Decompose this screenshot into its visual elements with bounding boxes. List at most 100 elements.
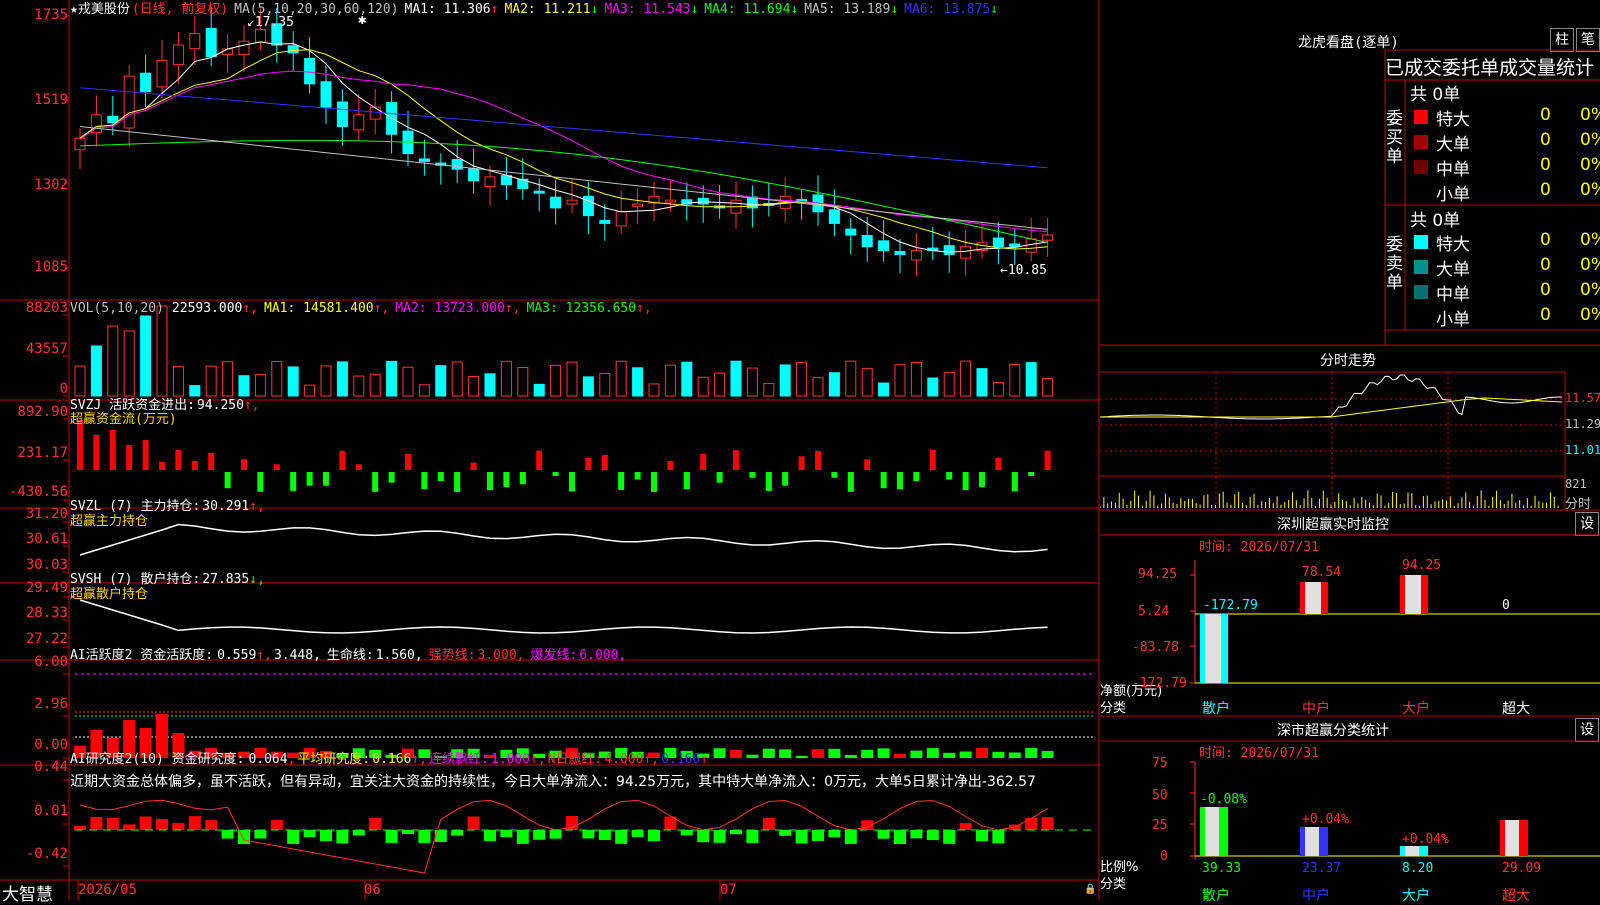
volume-bar	[1009, 364, 1021, 397]
lock-icon[interactable]: 🔒	[1084, 884, 1096, 895]
monitor-axis-label: 94.25	[1138, 567, 1178, 582]
fund-flow-bar	[962, 472, 969, 491]
volume-bar	[369, 373, 381, 397]
research-bar	[697, 830, 710, 843]
ma-value-5: MA5: 13.189↓	[804, 2, 899, 17]
activity-bar	[730, 750, 742, 758]
ma-values: MA1: 11.306↑ MA2: 11.211↓ MA3: 11.543↓ MA4:…	[405, 2, 1005, 17]
y-axis-tick-label: 0.01	[34, 803, 68, 819]
fund-flow-bar	[995, 457, 1002, 470]
fund-flow-bar	[241, 459, 247, 470]
activity-bar	[992, 751, 1005, 758]
research-bar	[74, 826, 86, 830]
fund-flow-bar	[224, 472, 231, 489]
research-bar	[730, 830, 742, 835]
activity-bar	[976, 748, 988, 758]
fund-flow-bar	[634, 472, 641, 480]
activity-bar	[1008, 752, 1021, 758]
activity-bar	[762, 748, 775, 758]
class-axis-label: 0	[1160, 849, 1168, 864]
vol-ma-value-3: MA3: 12356.650↑,	[526, 301, 652, 316]
research-bar	[877, 830, 890, 839]
candle-body	[894, 251, 906, 255]
candle-body	[500, 175, 512, 186]
volume-bar	[320, 365, 332, 397]
activity-bar	[926, 748, 939, 758]
research-bar	[713, 830, 726, 843]
monitor-value-label: 0	[1502, 598, 1510, 613]
research-bar	[270, 820, 283, 830]
candle-body	[107, 115, 119, 124]
y-axis-tick-label: 43557	[25, 341, 68, 357]
monitor-value-label: 94.25	[1402, 558, 1442, 573]
research-bar	[139, 816, 152, 830]
research-bar	[631, 830, 644, 837]
volume-bar	[566, 361, 578, 397]
candle-body	[599, 220, 611, 224]
fund-flow-bar	[421, 472, 428, 490]
ma-value-3: MA3: 11.543↓	[604, 2, 699, 17]
volume-bar	[287, 366, 299, 397]
research-bar	[418, 830, 431, 843]
fund-flow-bar	[815, 451, 821, 470]
research-bar	[90, 817, 103, 830]
volume-bar	[976, 368, 988, 397]
volume-bar	[812, 377, 824, 397]
volume-bar	[418, 384, 430, 397]
monitor-value-label: 78.54	[1302, 565, 1342, 580]
fund-flow-bar	[208, 452, 215, 470]
fund-flow-bar	[405, 453, 411, 470]
volume-bar	[500, 360, 512, 397]
ma-line	[79, 49, 1048, 250]
class-bar-highlight	[1305, 827, 1319, 856]
svzl-subtitle: 超赢主力持仓	[70, 514, 149, 529]
fund-flow-bar	[749, 472, 756, 478]
activity-bar	[894, 753, 906, 758]
fund-flow-bar	[765, 472, 772, 491]
class-category-label: 超大	[1502, 888, 1530, 904]
monitor-bar-highlight	[1405, 575, 1421, 614]
monitor-axis-label: -83.78	[1132, 640, 1179, 655]
research-bar	[1025, 817, 1038, 830]
volume-bar	[517, 367, 529, 397]
research-bar	[779, 830, 792, 836]
monitor-value-label: -172.79	[1203, 598, 1258, 613]
research-bar	[320, 830, 332, 842]
activity-bar	[1025, 748, 1038, 758]
fund-flow-bar	[159, 462, 165, 470]
fund-flow-bar	[1044, 450, 1051, 470]
y-axis-tick-label: 28.33	[25, 605, 68, 621]
volume-bar	[304, 384, 316, 397]
retail-position-line	[79, 599, 1048, 634]
fund-flow-bar	[569, 472, 575, 492]
research-bar	[648, 830, 660, 842]
research-bar	[172, 822, 185, 830]
candle-body	[992, 237, 1004, 248]
volume-bar	[615, 360, 627, 397]
fund-flow-bar	[1028, 472, 1035, 477]
candle-body	[828, 209, 840, 224]
stock-name[interactable]: 戎美股份	[78, 2, 130, 17]
fund-flow-bar	[470, 462, 477, 470]
fund-flow-bar	[601, 454, 608, 470]
volume-bar	[927, 377, 939, 397]
fund-flow-bar	[897, 472, 903, 490]
research-bar	[221, 830, 234, 839]
research-bar	[598, 830, 611, 840]
monitor-category-label: 大户	[1402, 701, 1430, 717]
candle-body	[451, 159, 463, 170]
fund-flow-bar	[798, 456, 805, 470]
fund-flow-bar	[323, 472, 329, 486]
activity-bar	[943, 752, 956, 758]
fund-flow-bar	[913, 472, 920, 482]
research-bar	[467, 816, 480, 830]
volume-bar	[861, 367, 873, 397]
activity-bar	[746, 754, 759, 758]
research-bar	[615, 830, 628, 844]
class-value-label: 8.20	[1402, 861, 1434, 876]
candle-body	[123, 75, 135, 129]
candle-body	[632, 203, 644, 207]
fund-flow-bar	[716, 472, 723, 483]
research-bar	[352, 830, 365, 836]
fund-flow-bar	[782, 472, 789, 486]
